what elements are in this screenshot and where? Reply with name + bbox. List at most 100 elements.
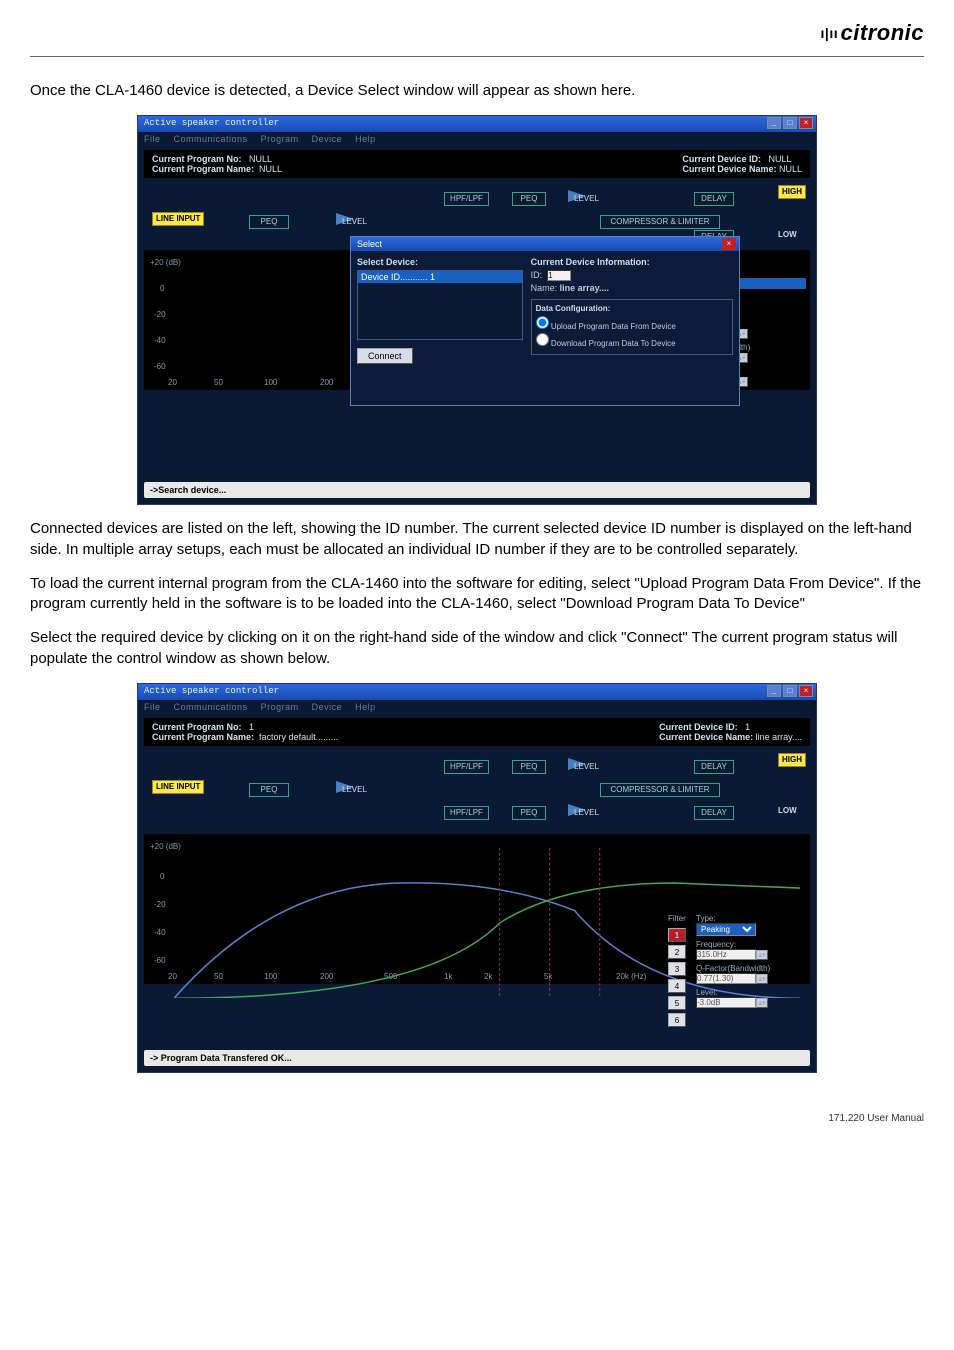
delay-block[interactable]: DELAY <box>694 192 734 206</box>
peq-block[interactable]: PEQ <box>249 215 289 229</box>
dev-name-value: NULL <box>779 164 802 174</box>
paragraph-2: Connected devices are listed on the left… <box>30 519 924 560</box>
level-high-label: LEVEL <box>571 761 602 773</box>
menu-device[interactable]: Device <box>312 134 343 144</box>
dev-name-value-2: line array.... <box>756 732 802 742</box>
hpflpf-high-block[interactable]: HPF/LPF <box>444 760 489 774</box>
minimize-icon[interactable]: _ <box>767 117 781 129</box>
maximize-icon-2[interactable]: □ <box>783 685 797 697</box>
high-output-block[interactable]: HIGH <box>778 185 806 199</box>
qfactor-stepper-2[interactable]: ▴▾ <box>756 974 768 984</box>
level-label-2: Level: <box>696 988 717 997</box>
hpflpf-block[interactable]: HPF/LPF <box>444 192 489 206</box>
peq-block-2[interactable]: PEQ <box>512 192 546 206</box>
level-label-2: LEVEL <box>571 193 602 205</box>
close-icon-2[interactable]: × <box>799 685 813 697</box>
program-info-bar-2: Current Program No: 1 Current Program Na… <box>144 718 810 746</box>
level-low-label: LEVEL <box>571 807 602 819</box>
frequency-label-2: Frequency: <box>696 940 736 949</box>
menu-device-2[interactable]: Device <box>312 702 343 712</box>
maximize-icon[interactable]: □ <box>783 117 797 129</box>
menu-file[interactable]: File <box>144 134 161 144</box>
select-dialog: Select × Select Device: Device ID.......… <box>350 236 740 406</box>
peq-block-main-2[interactable]: PEQ <box>249 783 289 797</box>
screenshot-device-select: Active speaker controller _ □ × File Com… <box>137 115 817 505</box>
dev-id-value-2: 1 <box>745 722 750 732</box>
line-input-block-2[interactable]: LINE INPUT <box>152 780 204 794</box>
frequency-input-2[interactable] <box>696 949 756 960</box>
minimize-icon-2[interactable]: _ <box>767 685 781 697</box>
dialog-close-icon[interactable]: × <box>722 238 736 250</box>
download-radio[interactable]: Download Program Data To Device <box>536 333 728 348</box>
low-output-label: LOW <box>778 230 797 239</box>
connect-button[interactable]: Connect <box>357 348 413 364</box>
signal-chain-2: LINE INPUT PEQ LEVEL HPF/LPF PEQ LEVEL D… <box>144 750 810 830</box>
y-tick-2b: -40 <box>154 928 166 937</box>
window-titlebar[interactable]: Active speaker controller _ □ × <box>138 116 816 132</box>
prog-name-value: NULL <box>259 164 282 174</box>
menu-help[interactable]: Help <box>355 134 376 144</box>
device-list-item[interactable]: Device ID........... 1 <box>358 271 522 283</box>
hpflpf-low-block[interactable]: HPF/LPF <box>444 806 489 820</box>
paragraph-4: Select the required device by clicking o… <box>30 628 924 669</box>
frequency-stepper-2[interactable]: ▴▾ <box>756 950 768 960</box>
delay-high-block[interactable]: DELAY <box>694 760 734 774</box>
menu-communications[interactable]: Communications <box>174 134 248 144</box>
filter-button-5[interactable]: 5 <box>668 996 686 1010</box>
y-tick-3: -60 <box>154 362 166 371</box>
data-config-label: Data Configuration: <box>536 304 728 313</box>
menu-help-2[interactable]: Help <box>355 702 376 712</box>
menu-program[interactable]: Program <box>261 134 299 144</box>
delay-low-block[interactable]: DELAY <box>694 806 734 820</box>
qfactor-label-2: Q-Factor(Bandwidth) <box>696 964 770 973</box>
prog-name-label: Current Program Name: <box>152 164 254 174</box>
high-output-block-2[interactable]: HIGH <box>778 753 806 767</box>
device-list[interactable]: Device ID........... 1 <box>357 270 523 340</box>
close-icon[interactable]: × <box>799 117 813 129</box>
line-input-block[interactable]: LINE INPUT <box>152 212 204 226</box>
level-input-2[interactable] <box>696 997 756 1008</box>
filter-button-column: Filter 1 2 3 4 5 6 <box>668 914 686 1027</box>
dialog-titlebar[interactable]: Select × <box>351 237 739 251</box>
name-value: line array.... <box>560 283 609 293</box>
filter-button-2[interactable]: 2 <box>668 945 686 959</box>
menu-communications-2[interactable]: Communications <box>174 702 248 712</box>
type-select-2[interactable]: Peaking <box>696 923 756 936</box>
filter-button-1[interactable]: 1 <box>668 928 686 942</box>
level-stepper-2[interactable]: ▴▾ <box>756 998 768 1008</box>
menu-file-2[interactable]: File <box>144 702 161 712</box>
id-field[interactable] <box>547 270 571 281</box>
status-bar-2: -> Program Data Transfered OK... <box>144 1050 810 1066</box>
dev-name-label: Current Device Name: <box>682 164 776 174</box>
type-label-2: Type: <box>696 914 716 923</box>
filter-button-4[interactable]: 4 <box>668 979 686 993</box>
select-device-label: Select Device: <box>357 257 523 267</box>
level-label: LEVEL <box>339 216 370 228</box>
y-tick-2: -40 <box>154 336 166 345</box>
data-configuration-group: Data Configuration: Upload Program Data … <box>531 299 733 355</box>
prog-no-label-2: Current Program No: <box>152 722 242 732</box>
upload-radio[interactable]: Upload Program Data From Device <box>536 316 728 331</box>
download-radio-input[interactable] <box>536 333 549 346</box>
peq-high-block[interactable]: PEQ <box>512 760 546 774</box>
window-titlebar-2[interactable]: Active speaker controller _ □ × <box>138 684 816 700</box>
peq-low-block[interactable]: PEQ <box>512 806 546 820</box>
brand-header: citronic <box>30 20 924 57</box>
dev-name-label-2: Current Device Name: <box>659 732 753 742</box>
filter-button-3[interactable]: 3 <box>668 962 686 976</box>
paragraph-1: Once the CLA-1460 device is detected, a … <box>30 81 924 101</box>
paragraph-3: To load the current internal program fro… <box>30 574 924 615</box>
compressor-limiter-block-2[interactable]: COMPRESSOR & LIMITER <box>600 783 720 797</box>
compressor-limiter-block[interactable]: COMPRESSOR & LIMITER <box>600 215 720 229</box>
menubar: File Communications Program Device Help <box>138 132 816 146</box>
menu-program-2[interactable]: Program <box>261 702 299 712</box>
qfactor-input-2[interactable] <box>696 973 756 984</box>
x-tick-2: 100 <box>264 378 277 387</box>
x-tick-0: 20 <box>168 378 177 387</box>
name-label: Name: <box>531 283 558 293</box>
brand-logo-icon <box>821 27 839 41</box>
level-label-main-2: LEVEL <box>339 784 370 796</box>
upload-radio-input[interactable] <box>536 316 549 329</box>
filter-button-6[interactable]: 6 <box>668 1013 686 1027</box>
prog-no-value-2: 1 <box>249 722 254 732</box>
